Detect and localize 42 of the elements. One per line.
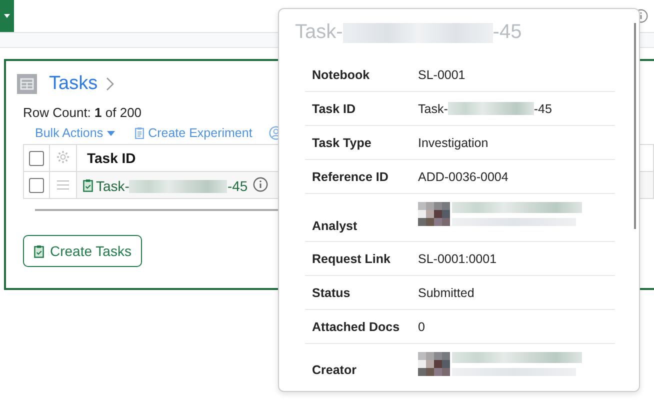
dropdown-button[interactable] <box>0 0 14 32</box>
clipboard-check-icon <box>83 178 93 192</box>
vertical-scrollbar[interactable] <box>634 23 636 229</box>
field-label: Task Type <box>311 136 372 150</box>
drag-handle-icon[interactable] <box>57 180 69 190</box>
tasks-link[interactable]: Tasks <box>49 73 98 95</box>
field-value: 0 <box>418 320 425 334</box>
caret-icon <box>107 130 116 136</box>
task-id-link[interactable]: -45 <box>227 178 248 194</box>
column-header[interactable]: Task ID <box>87 150 136 166</box>
create-tasks-button[interactable]: Create Tasks <box>23 235 142 267</box>
field-label: Request Link <box>311 252 392 266</box>
field-value: SL-0001:0001 <box>418 252 497 266</box>
field-value: Investigation <box>418 136 488 150</box>
field-value: SL-0001 <box>418 68 466 82</box>
clipboard-icon <box>135 127 144 139</box>
clipboard-check-icon <box>34 244 44 258</box>
field-value: Task- <box>418 102 448 116</box>
row-count: Row Count: 1 of 200 <box>23 105 142 120</box>
field-label: Notebook <box>311 68 371 82</box>
create-experiment-link[interactable]: Create Experiment <box>135 126 252 140</box>
settings-icon[interactable] <box>56 150 70 164</box>
field-label: Status <box>311 286 352 300</box>
field-label: Task ID <box>311 102 357 116</box>
field-label: Attached Docs <box>311 320 401 334</box>
field-label: Creator <box>311 362 358 376</box>
field-value: ADD-0036-0004 <box>418 170 508 184</box>
table-icon <box>17 74 37 94</box>
info-icon[interactable] <box>252 176 268 192</box>
bulk-actions-dropdown[interactable]: Bulk Actions <box>35 126 116 140</box>
task-id-link[interactable]: Task- <box>96 178 130 194</box>
select-all-checkbox[interactable] <box>29 151 44 166</box>
field-label: Reference ID <box>311 170 390 184</box>
row-checkbox[interactable] <box>29 178 44 194</box>
chevron-right-icon[interactable] <box>106 77 114 91</box>
field-value: -45 <box>534 102 552 116</box>
popover-title: -45 <box>492 21 522 44</box>
field-value: Submitted <box>418 286 474 300</box>
horizontal-scrollbar[interactable] <box>35 209 281 211</box>
field-label: Analyst <box>311 219 358 235</box>
caret-icon <box>4 14 10 18</box>
popover-title: Task- <box>295 21 343 44</box>
